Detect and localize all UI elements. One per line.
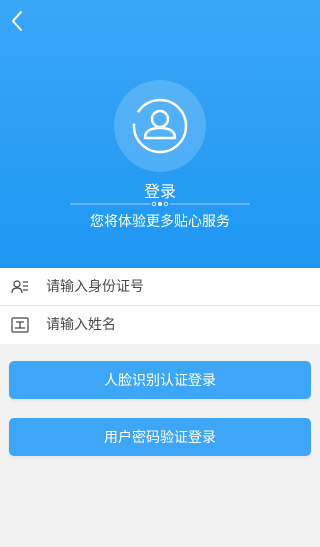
password-login-button[interactable]: 用户密码验证登录	[9, 418, 311, 456]
name-input[interactable]	[46, 317, 296, 333]
name-row	[0, 306, 320, 344]
title-divider	[70, 201, 250, 207]
login-form	[0, 268, 320, 344]
face-recognition-login-button[interactable]: 人脸识别认证登录	[9, 361, 311, 399]
header-banner: 登录 您将体验更多贴心服务	[0, 0, 320, 268]
id-number-input[interactable]	[46, 278, 296, 295]
id-number-row	[0, 268, 320, 306]
name-card-icon	[0, 306, 40, 344]
id-card-icon	[0, 268, 40, 306]
back-button[interactable]	[2, 6, 32, 36]
chevron-left-icon	[12, 11, 22, 31]
avatar	[114, 80, 206, 172]
page-subtitle: 您将体验更多贴心服务	[90, 214, 230, 230]
user-avatar-icon	[132, 98, 188, 154]
